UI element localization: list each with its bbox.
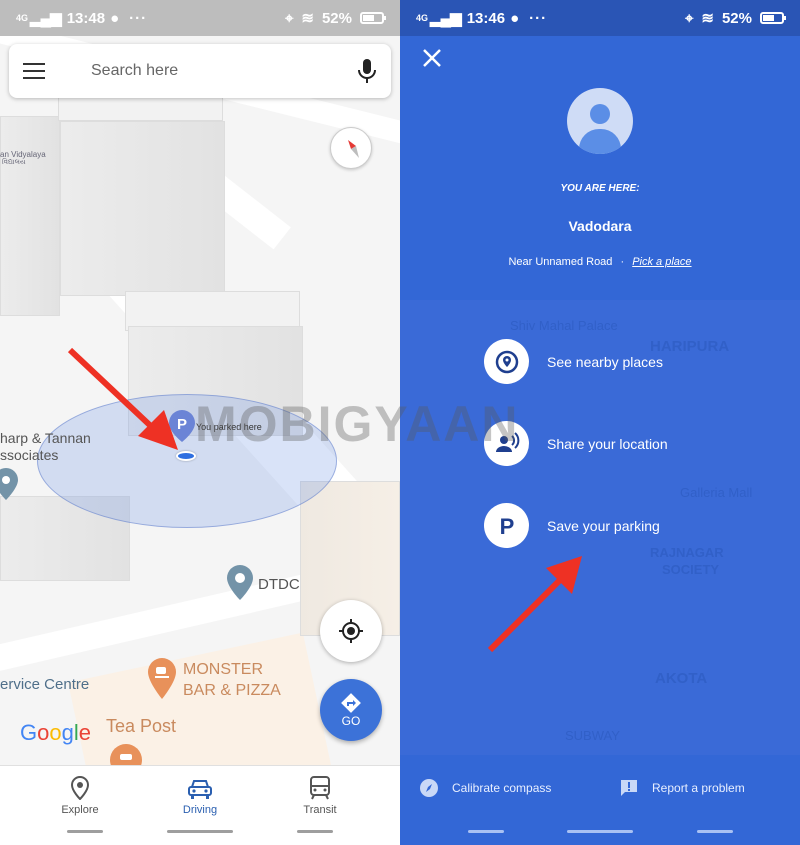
- gesture-handle: [697, 830, 733, 833]
- more-notifications: ···: [529, 9, 548, 27]
- compass-icon: [420, 779, 438, 797]
- battery-icon: [360, 12, 386, 24]
- pick-a-place-link[interactable]: Pick a place: [632, 256, 691, 268]
- status-bar: 4G ▂▄▆ 13:48 ● ··· ⌖ ≋ 52%: [0, 0, 400, 36]
- nav-driving[interactable]: Driving: [160, 774, 240, 816]
- avatar: [567, 88, 633, 154]
- nav-label: Transit: [303, 804, 337, 816]
- map-label-service: ervice Centre: [0, 676, 90, 693]
- map-label-monster-2: BAR & PIZZA: [183, 682, 281, 699]
- google-logo: Google: [20, 720, 92, 745]
- footer-label: Report a problem: [652, 781, 745, 795]
- nearby-pin-icon: [484, 339, 529, 384]
- nav-transit[interactable]: Transit: [280, 774, 360, 816]
- map-label-monster-1: MONSTER: [183, 661, 263, 678]
- map-label: Shiv Mahal Palace: [510, 318, 618, 333]
- building-3d: [0, 116, 60, 316]
- location-icon: ⌖: [284, 9, 294, 27]
- svg-text:P: P: [499, 514, 514, 538]
- map-label: Galleria Mall: [680, 485, 753, 500]
- search-input[interactable]: Search here: [91, 62, 357, 80]
- action-label: See nearby places: [547, 353, 663, 370]
- pin-icon: [40, 774, 120, 800]
- gesture-handle: [468, 830, 504, 833]
- compass-needle-icon: [348, 140, 359, 158]
- location-icon: ⌖: [684, 9, 694, 27]
- gesture-handle: [297, 830, 333, 833]
- building-3d: [58, 96, 223, 121]
- share-location-button[interactable]: Share your location: [484, 421, 668, 466]
- bottom-navigation: Explore Driving Transit: [0, 765, 400, 845]
- building-3d: [125, 291, 300, 331]
- svg-text:P: P: [177, 416, 187, 433]
- go-label: GO: [341, 714, 361, 728]
- signal-icon: ▂▄▆: [430, 10, 462, 27]
- gesture-handle: [67, 830, 103, 833]
- you-are-here-label: YOU ARE HERE:: [560, 183, 640, 194]
- map-label-associates-2: ssociates: [0, 447, 59, 463]
- map-label: SOCIETY: [662, 562, 720, 577]
- parking-pin[interactable]: P: [169, 410, 195, 447]
- battery-icon: [760, 12, 786, 24]
- share-location-icon: [484, 421, 529, 466]
- location-detail: Near Unnamed Road · Pick a place: [508, 256, 692, 268]
- near-road: Near Unnamed Road: [508, 256, 613, 268]
- city-name: Vadodara: [568, 218, 632, 234]
- restaurant-pin-icon[interactable]: [148, 658, 176, 705]
- gesture-handle: [167, 830, 233, 833]
- search-bar[interactable]: Search here: [9, 44, 391, 98]
- train-icon: [280, 774, 360, 800]
- save-parking-button[interactable]: P Save your parking: [484, 503, 660, 548]
- crosshair-icon: [339, 619, 363, 643]
- my-location-dot: [176, 451, 196, 461]
- see-nearby-places-button[interactable]: See nearby places: [484, 339, 663, 384]
- map-label: SUBWAY: [565, 728, 620, 743]
- action-label: Save your parking: [547, 517, 660, 534]
- more-notifications: ···: [129, 9, 148, 27]
- report-icon: [621, 780, 637, 796]
- car-icon: [160, 774, 240, 800]
- poi-pin-icon[interactable]: [227, 565, 253, 606]
- calibrate-compass-button[interactable]: Calibrate compass: [420, 779, 551, 797]
- nav-explore[interactable]: Explore: [40, 774, 120, 816]
- my-location-button[interactable]: [320, 600, 382, 662]
- microphone-icon[interactable]: [357, 58, 377, 84]
- menu-icon[interactable]: [23, 63, 45, 79]
- footer-label: Calibrate compass: [452, 781, 552, 795]
- report-problem-button[interactable]: Report a problem: [620, 779, 745, 797]
- map-label: RAJNAGAR: [650, 545, 724, 560]
- battery-percent: 52%: [721, 9, 752, 27]
- parking-icon: P: [484, 503, 529, 548]
- building-3d: [60, 121, 225, 296]
- clock: 13:46: [466, 9, 506, 27]
- status-bar: 4G ▂▄▆ 13:46 ● ··· ⌖ ≋ 52%: [400, 0, 800, 36]
- wifi-icon: ≋: [701, 10, 714, 27]
- battery-percent: 52%: [321, 9, 352, 27]
- map-label-associates: harp & Tannan: [0, 430, 91, 446]
- map-label-school: an Vidyalaya: [0, 150, 46, 159]
- action-label: Share your location: [547, 435, 668, 452]
- close-icon: [423, 49, 441, 67]
- map-label-dtdc: DTDC: [258, 576, 300, 593]
- poi-pin-icon[interactable]: [0, 468, 20, 505]
- sync-icon: ●: [510, 9, 520, 27]
- nav-label: Driving: [182, 804, 218, 816]
- go-button[interactable]: GO: [320, 679, 382, 741]
- network-type: 4G: [16, 13, 29, 23]
- close-button[interactable]: [420, 46, 444, 70]
- left-screenshot: an Vidyalaya વિદ્યાલય 4G ▂▄▆ 13:48 ● ···…: [0, 0, 400, 845]
- map-label-school-sub: વિદ્યાલય: [2, 159, 26, 166]
- sync-icon: ●: [110, 9, 120, 27]
- signal-icon: ▂▄▆: [30, 10, 62, 27]
- directions-icon: [341, 693, 361, 713]
- parked-label: You parked here: [196, 422, 262, 432]
- nav-label: Explore: [61, 804, 99, 816]
- gesture-handle: [567, 830, 633, 833]
- wifi-icon: ≋: [301, 10, 314, 27]
- map-label-teapost: Tea Post: [106, 716, 177, 736]
- network-type: 4G: [416, 13, 429, 23]
- compass-button[interactable]: [330, 127, 372, 169]
- map-label: AKOTA: [655, 670, 708, 687]
- clock: 13:48: [66, 9, 106, 27]
